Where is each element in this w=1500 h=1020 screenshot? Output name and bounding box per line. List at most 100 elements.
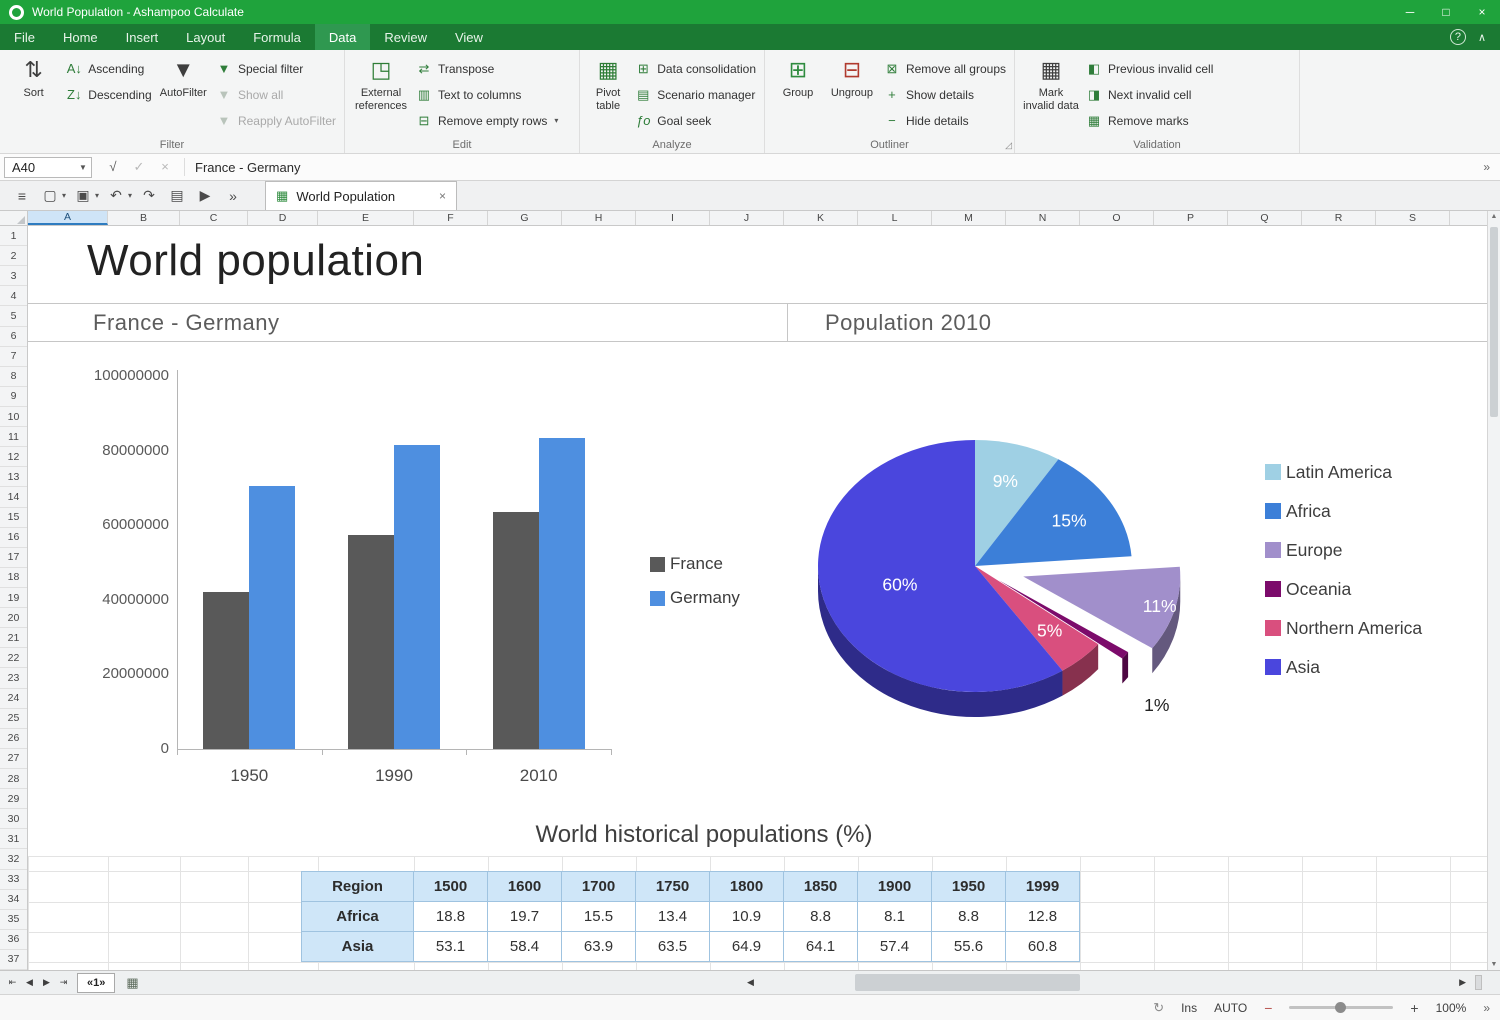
zoom-out-icon[interactable]: − xyxy=(1264,1000,1272,1016)
table-value-cell[interactable]: 8.8 xyxy=(784,902,858,932)
column-header-r[interactable]: R xyxy=(1302,211,1376,225)
ribbon-button-previous-invalid-cell[interactable]: ◧Previous invalid cell xyxy=(1081,57,1217,80)
sheet-tab[interactable]: «1» xyxy=(77,973,115,993)
name-box[interactable]: A40 ▼ xyxy=(4,157,92,178)
save-icon[interactable]: ▣ xyxy=(72,184,94,208)
confirm-icon[interactable]: ✓ xyxy=(130,159,148,175)
refresh-icon[interactable]: ↻ xyxy=(1153,1000,1164,1016)
table-value-cell[interactable]: 64.1 xyxy=(784,932,858,962)
row-header-32[interactable]: 32 xyxy=(0,849,27,869)
table-value-cell[interactable]: 8.1 xyxy=(858,902,932,932)
row-header-20[interactable]: 20 xyxy=(0,608,27,628)
row-header-35[interactable]: 35 xyxy=(0,910,27,930)
table-value-cell[interactable]: 64.9 xyxy=(710,932,784,962)
ribbon-button-mark-invalid-data[interactable]: ▦Mark invalid data xyxy=(1021,54,1081,116)
row-header-17[interactable]: 17 xyxy=(0,548,27,568)
row-header-11[interactable]: 11 xyxy=(0,427,27,447)
ribbon-button-ungroup[interactable]: ⊟Ungroup xyxy=(825,54,879,103)
table-region-cell[interactable]: Asia xyxy=(302,932,414,962)
ribbon-button-ascending[interactable]: A↓Ascending xyxy=(61,57,155,80)
table-value-cell[interactable]: 58.4 xyxy=(488,932,562,962)
table-value-cell[interactable]: 15.5 xyxy=(562,902,636,932)
print-icon[interactable]: ▤ xyxy=(166,184,188,208)
help-icon[interactable]: ? xyxy=(1450,29,1466,45)
last-sheet-icon[interactable]: ⇥ xyxy=(55,973,72,993)
menu-item-file[interactable]: File xyxy=(0,24,49,50)
menu-item-layout[interactable]: Layout xyxy=(172,24,239,50)
sheet-grid[interactable]: World population France - Germany Popula… xyxy=(28,226,1487,970)
ribbon-button-special-filter[interactable]: ▼Special filter xyxy=(211,57,340,80)
menu-icon[interactable]: ≡ xyxy=(11,184,33,208)
row-header-22[interactable]: 22 xyxy=(0,648,27,668)
row-header-29[interactable]: 29 xyxy=(0,789,27,809)
row-header-9[interactable]: 9 xyxy=(0,387,27,407)
column-header-g[interactable]: G xyxy=(488,211,562,225)
row-header-2[interactable]: 2 xyxy=(0,246,27,266)
column-header-a[interactable]: A xyxy=(28,211,108,225)
column-header-j[interactable]: J xyxy=(710,211,784,225)
table-value-cell[interactable]: 12.8 xyxy=(1006,902,1080,932)
table-header-cell[interactable]: 1500 xyxy=(414,872,488,902)
zoom-level[interactable]: 100% xyxy=(1436,1001,1467,1015)
column-header-p[interactable]: P xyxy=(1154,211,1228,225)
next-sheet-icon[interactable]: ▶ xyxy=(38,973,55,993)
row-header-7[interactable]: 7 xyxy=(0,347,27,367)
row-header-10[interactable]: 10 xyxy=(0,407,27,427)
table-region-cell[interactable]: Africa xyxy=(302,902,414,932)
dropdown-icon[interactable]: ▾ xyxy=(95,191,99,200)
zoom-slider[interactable] xyxy=(1289,1006,1393,1009)
table-value-cell[interactable]: 53.1 xyxy=(414,932,488,962)
column-header-e[interactable]: E xyxy=(318,211,414,225)
column-header-q[interactable]: Q xyxy=(1228,211,1302,225)
ribbon-button-remove-marks[interactable]: ▦Remove marks xyxy=(1081,109,1217,132)
ribbon-button-scenario-manager[interactable]: ▤Scenario manager xyxy=(630,83,760,106)
row-header-37[interactable]: 37 xyxy=(0,950,27,970)
hscroll-right-icon[interactable]: ▶ xyxy=(1459,977,1466,988)
table-value-cell[interactable]: 18.8 xyxy=(414,902,488,932)
row-header-12[interactable]: 12 xyxy=(0,447,27,467)
row-header-24[interactable]: 24 xyxy=(0,689,27,709)
table-value-cell[interactable]: 10.9 xyxy=(710,902,784,932)
table-header-cell[interactable]: 1900 xyxy=(858,872,932,902)
column-header-s[interactable]: S xyxy=(1376,211,1450,225)
table-header-cell[interactable]: 1800 xyxy=(710,872,784,902)
ribbon-button-remove-empty-rows[interactable]: ⊟Remove empty rows▾ xyxy=(411,109,562,132)
zoom-in-icon[interactable]: + xyxy=(1410,1000,1418,1016)
menu-item-data[interactable]: Data xyxy=(315,24,370,50)
row-header-25[interactable]: 25 xyxy=(0,709,27,729)
table-header-cell[interactable]: 1700 xyxy=(562,872,636,902)
table-value-cell[interactable]: 63.5 xyxy=(636,932,710,962)
menu-item-view[interactable]: View xyxy=(441,24,497,50)
vscroll-down-icon[interactable]: ▼ xyxy=(1488,961,1500,968)
table-header-cell[interactable]: 1999 xyxy=(1006,872,1080,902)
row-header-3[interactable]: 3 xyxy=(0,266,27,286)
column-header-b[interactable]: B xyxy=(108,211,180,225)
row-header-28[interactable]: 28 xyxy=(0,769,27,789)
ribbon-button-remove-all-groups[interactable]: ⊠Remove all groups xyxy=(879,57,1010,80)
row-header-31[interactable]: 31 xyxy=(0,829,27,849)
row-header-5[interactable]: 5 xyxy=(0,306,27,326)
column-header-k[interactable]: K xyxy=(784,211,858,225)
new-file-icon[interactable]: ▢ xyxy=(39,184,61,208)
menu-item-review[interactable]: Review xyxy=(370,24,441,50)
cancel-icon[interactable]: × xyxy=(156,159,174,175)
group-dialog-launcher-icon[interactable]: ◿ xyxy=(1005,140,1012,151)
row-header-16[interactable]: 16 xyxy=(0,528,27,548)
ribbon-button-show-details[interactable]: +Show details xyxy=(879,83,1010,106)
status-more-icon[interactable]: » xyxy=(1483,1001,1490,1015)
row-header-34[interactable]: 34 xyxy=(0,890,27,910)
vscroll-thumb[interactable] xyxy=(1490,227,1498,417)
ribbon-button-goal-seek[interactable]: ƒoGoal seek xyxy=(630,109,760,132)
table-value-cell[interactable]: 13.4 xyxy=(636,902,710,932)
row-header-14[interactable]: 14 xyxy=(0,487,27,507)
ribbon-button-autofilter[interactable]: ▼AutoFilter xyxy=(156,54,211,103)
document-tab[interactable]: ▦ World Population × xyxy=(265,181,457,210)
ribbon-button-transpose[interactable]: ⇄Transpose xyxy=(411,57,562,80)
pointer-icon[interactable]: ▶ xyxy=(194,184,216,208)
dropdown-icon[interactable]: ▾ xyxy=(62,191,66,200)
menu-item-insert[interactable]: Insert xyxy=(112,24,173,50)
row-header-4[interactable]: 4 xyxy=(0,286,27,306)
prev-sheet-icon[interactable]: ◀ xyxy=(21,973,38,993)
ribbon-button-text-to-columns[interactable]: ▥Text to columns xyxy=(411,83,562,106)
table-value-cell[interactable]: 55.6 xyxy=(932,932,1006,962)
